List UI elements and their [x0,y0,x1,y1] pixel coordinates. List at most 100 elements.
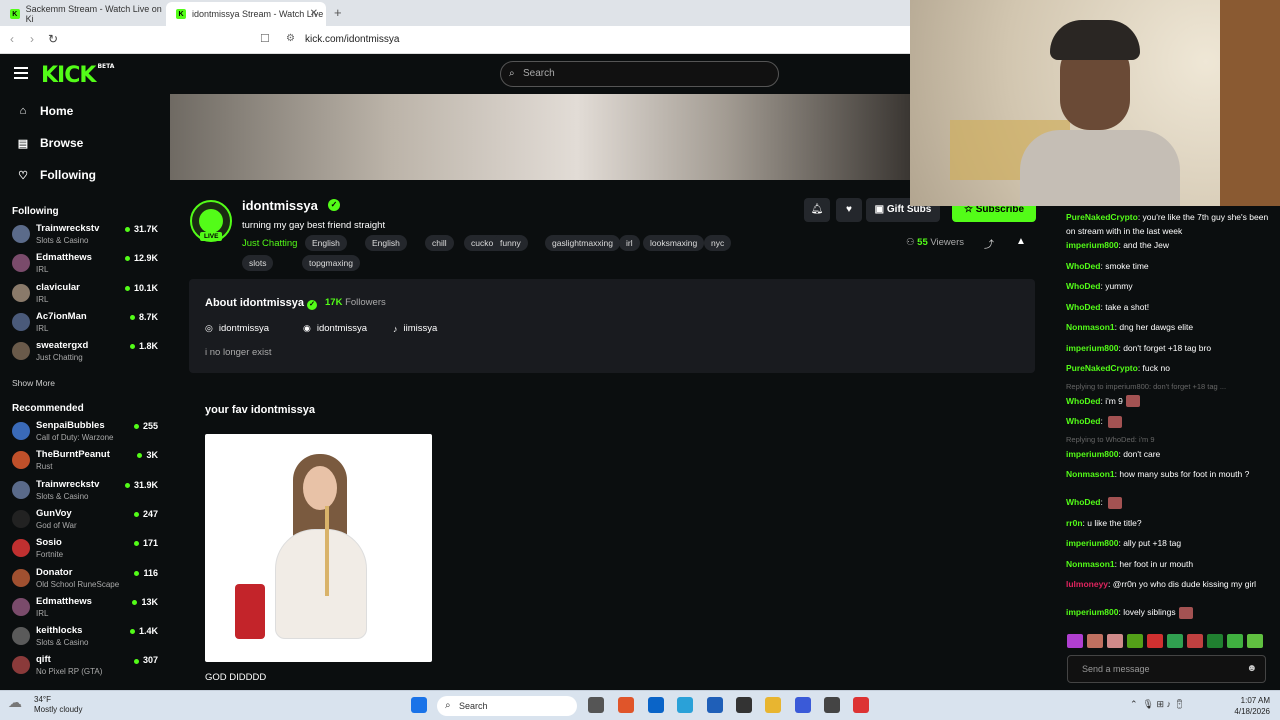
sidebar-channel-item[interactable]: clavicular IRL 10.1K [12,281,162,310]
sidebar-channel-item[interactable]: TheBurntPeanut Rust 3K [12,448,162,477]
chat-reply-reference[interactable]: Replying to imperium800: don't forget +1… [1066,382,1226,391]
notification-bell-button[interactable]: 🔔︎ [804,198,830,222]
tag-chip[interactable]: chill [425,235,454,251]
sidebar-channel-item[interactable]: SenpaiBubbles Call of Duty: Warzone 255 [12,419,162,448]
new-tab-button[interactable]: + [334,5,342,20]
tag-chip[interactable]: gaslightmaxxing [545,235,620,251]
windows-start-icon[interactable] [411,697,427,713]
nav-home[interactable]: ⌂ Home [16,104,74,118]
chat-username[interactable]: WhoDed [1066,261,1100,271]
show-more-link[interactable]: Show More [12,378,55,388]
bookmark-icon[interactable]: ☐ [260,32,270,45]
nav-following[interactable]: ♡ Following [16,168,96,182]
app-icon[interactable] [795,697,811,713]
site-info-icon[interactable]: ⚙ [286,33,295,44]
emote-icon[interactable] [1207,634,1223,648]
chat-username[interactable]: WhoDed [1066,497,1100,507]
sidebar-channel-item[interactable]: Ac7ionMan IRL 8.7K [12,310,162,339]
chat-username[interactable]: lulmoneyy [1066,579,1108,589]
chat-username[interactable]: imperium800 [1066,240,1118,250]
chat-username[interactable]: imperium800 [1066,538,1118,548]
chat-username[interactable]: Nonmason1 [1066,469,1115,479]
sidebar-channel-item[interactable]: sweatergxd Just Chatting 1.8K [12,339,162,368]
tag-chip[interactable]: English [305,235,347,251]
social-tiktok[interactable]: ♪ iimissya [393,323,437,334]
chat-username[interactable]: imperium800 [1066,449,1118,459]
chat-username[interactable]: PureNakedCrypto [1066,212,1138,222]
chat-input[interactable]: Send a message ☻ [1067,655,1266,683]
sidebar-channel-item[interactable]: Edmatthews IRL 13K [12,595,162,624]
sidebar-channel-item[interactable]: Trainwreckstv Slots & Casino 31.9K [12,478,162,507]
browser-tab-active[interactable]: K idontmissya Stream - Watch Live ✕ [166,2,326,26]
share-icon[interactable]: ⤴ [984,236,994,251]
system-clock[interactable]: 1:07 AM 4/18/2026 [1222,695,1270,717]
chat-username[interactable]: rr0n [1066,518,1083,528]
emote-icon[interactable] [1167,634,1183,648]
chat-username[interactable]: WhoDed [1066,416,1100,426]
tag-chip[interactable]: slots [242,255,274,271]
chat-username[interactable]: WhoDed [1066,281,1100,291]
chat-username[interactable]: imperium800 [1066,343,1118,353]
sidebar-channel-item[interactable]: Donator Old School RuneScape 116 [12,566,162,595]
sidebar-channel-item[interactable]: Edmatthews IRL 12.9K [12,251,162,280]
follow-button[interactable]: ♥ [836,198,862,222]
video-player[interactable] [170,94,910,180]
channel-username[interactable]: idontmissya [242,198,318,213]
emote-icon[interactable] [1187,634,1203,648]
forward-icon[interactable]: › [30,32,34,46]
stream-category[interactable]: Just Chatting [242,238,297,249]
edge-icon[interactable] [677,697,693,713]
tag-chip[interactable]: looksmaxing [643,235,705,251]
sidebar-channel-item[interactable]: Sosio Fortnite 171 [12,536,162,565]
store-icon[interactable] [707,697,723,713]
sidebar-channel-item[interactable]: Trainwreckstv Slots & Casino 31.7K [12,222,162,251]
report-icon[interactable]: ▲ [1016,236,1026,247]
search-input[interactable]: ⌕ Search [500,61,779,87]
tag-chip[interactable]: topgmaxing [302,255,360,271]
tag-chip[interactable]: funny [493,235,528,251]
emote-icon[interactable] [1127,634,1143,648]
taskbar-search[interactable]: ⌕ Search [437,696,577,716]
kick-logo[interactable]: KICK BETA [41,63,114,88]
task-view-icon[interactable] [588,697,604,713]
chat-username[interactable]: Nonmason1 [1066,322,1115,332]
system-tray[interactable]: ⌃ 🎙︎ ⊞ ♪ 🔋︎ [1130,699,1185,710]
emoji-picker-icon[interactable]: ☻ [1246,656,1257,682]
chat-username[interactable]: PureNakedCrypto [1066,363,1138,373]
sidebar-channel-item[interactable]: keithlocks Slots & Casino 1.4K [12,624,162,653]
emote-icon[interactable] [1067,634,1083,648]
tag-chip[interactable]: English [365,235,407,251]
chat-username[interactable]: Nonmason1 [1066,559,1115,569]
favorite-clip-thumbnail[interactable] [205,434,432,662]
tag-chip[interactable]: irl [619,235,640,251]
chat-reply-reference[interactable]: Replying to WhoDed: i'm 9 [1066,435,1155,444]
emote-icon[interactable] [1087,634,1103,648]
app-icon[interactable] [736,697,752,713]
outlook-icon[interactable] [648,697,664,713]
browser-tab[interactable]: K Sackemm Stream - Watch Live on Ki [0,2,166,26]
app-icon[interactable] [853,697,869,713]
nav-browse[interactable]: ▤ Browse [16,136,84,150]
sidebar-channel-item[interactable]: qift No Pixel RP (GTA) 307 [12,653,162,682]
emote-icon[interactable] [1107,634,1123,648]
menu-icon[interactable] [14,67,28,79]
app-icon[interactable] [824,697,840,713]
chat-username[interactable]: WhoDed [1066,396,1100,406]
tag-chip[interactable]: nyc [704,235,732,251]
sidebar-channel-item[interactable]: GunVoy God of War 247 [12,507,162,536]
close-tab-icon[interactable]: ✕ [310,8,318,19]
chat-username[interactable]: WhoDed [1066,302,1100,312]
brave-browser-icon[interactable] [618,697,634,713]
reload-icon[interactable]: ↻ [48,32,58,46]
emote-icon[interactable] [1247,634,1263,648]
emote-icon[interactable] [1227,634,1243,648]
social-instagram[interactable]: ◎ idontmissya [205,323,269,334]
social-discord[interactable]: ◉ idontmissya [303,323,367,334]
url-field[interactable]: kick.com/idontmissya [305,34,399,45]
weather-widget[interactable]: ☁ 34°F Mostly cloudy [8,695,82,715]
chat-username[interactable]: imperium800 [1066,607,1118,617]
chat-text: i'm 9 [1105,395,1123,406]
emote-icon[interactable] [1147,634,1163,648]
back-icon[interactable]: ‹ [10,32,14,46]
file-explorer-icon[interactable] [765,697,781,713]
